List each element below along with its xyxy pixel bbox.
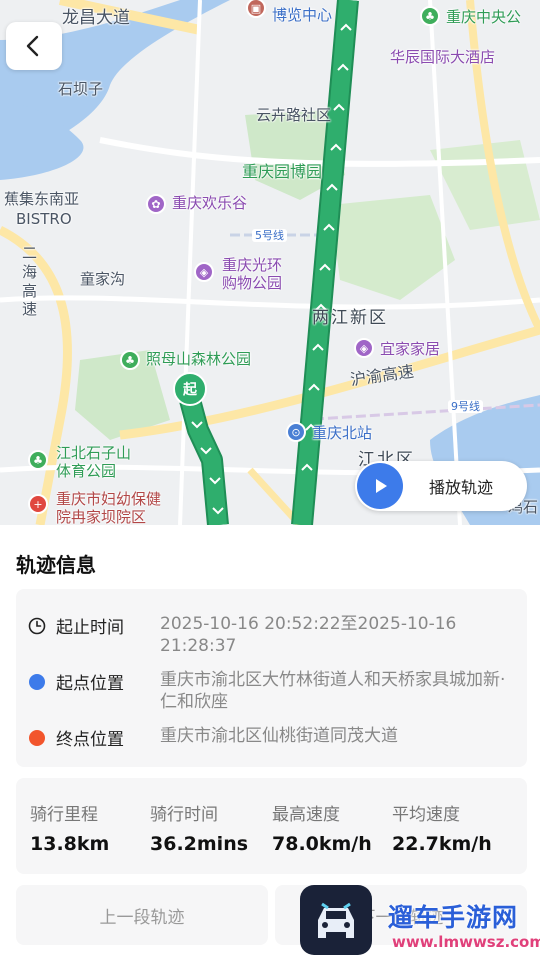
stat-max-speed-label: 最高速度 <box>272 805 340 825</box>
map-label-guanghuan-1: 重庆光环 <box>222 256 283 274</box>
start-label: 起点位置 <box>56 674 124 694</box>
prev-track-button[interactable]: 上一段轨迹 <box>16 885 268 945</box>
map-label-tongjiagou: 童家沟 <box>80 270 126 288</box>
clock-icon <box>28 617 46 635</box>
play-track-button[interactable]: 播放轨迹 <box>355 461 527 511</box>
forest-park-poi-icon: ♣ <box>120 350 140 370</box>
track-info-panel: 轨迹信息 起止时间 2025-10-16 20:52:22至2025-10-16… <box>0 525 540 960</box>
map-label-erhuan: 二海高速 <box>22 244 38 319</box>
park-poi-icon: ♣ <box>420 6 440 26</box>
end-value: 重庆市渝北区仙桃街道同茂大道 <box>160 726 398 746</box>
map-label-bistro-cn: 蕉集东南亚 <box>4 190 80 208</box>
panel-title: 轨迹信息 <box>16 553 96 577</box>
map-view[interactable]: ▣ ♣ ✿ ◈ ♣ ◈ ⊙ ♣ + 龙昌大道 博览中心 重庆中央公 华辰国际大酒… <box>0 0 540 525</box>
map-label-road-top: 龙昌大道 <box>62 8 130 28</box>
car-icon <box>318 902 354 938</box>
stat-duration: 骑行时间 36.2mins <box>150 800 248 855</box>
end-label: 终点位置 <box>56 730 124 750</box>
hospital-poi-icon: + <box>28 494 48 514</box>
stat-distance-value: 13.8km <box>30 833 110 855</box>
stat-avg-speed-value: 22.7km/h <box>392 833 492 855</box>
map-label-central-park: 重庆中央公 <box>446 8 522 26</box>
map-label-liangjiang: 两江新区 <box>312 308 388 328</box>
start-marker: 起 <box>173 372 209 416</box>
map-label-happy-valley: 重庆欢乐谷 <box>172 194 248 212</box>
start-marker-label: 起 <box>173 372 207 406</box>
map-label-huachen-hotel: 华辰国际大酒店 <box>390 48 496 66</box>
map-label-guanghuan-2: 购物公园 <box>222 274 283 292</box>
map-label-north-station: 重庆北站 <box>312 424 373 442</box>
stat-distance-label: 骑行里程 <box>30 805 98 825</box>
start-dot-icon <box>29 674 45 690</box>
map-label-line5: 5号线 <box>252 229 287 243</box>
watermark-logo <box>300 885 372 955</box>
map-label-bistro-en: BISTRO <box>16 210 72 228</box>
map-label-yijia: 宜家家居 <box>380 340 441 358</box>
ride-stats-card: 骑行里程 13.8km 骑行时间 36.2mins 最高速度 78.0km/h … <box>16 778 527 874</box>
furniture-poi-icon: ◈ <box>354 338 374 358</box>
start-value: 重庆市渝北区大竹林街道人和天桥家具城加新·仁和欣座 <box>160 670 506 712</box>
map-label-shizishan-2: 体育公园 <box>56 462 117 480</box>
chevron-left-icon <box>26 35 39 57</box>
map-label-zhaomushan: 照母山森林公园 <box>146 350 252 368</box>
map-label-museum: 博览中心 <box>272 6 333 24</box>
watermark-text: 遛车手游网 <box>388 903 519 932</box>
map-label-shibazi: 石坝子 <box>58 80 104 98</box>
start-row: 起点位置 重庆市渝北区大竹林街道人和天桥家具城加新·仁和欣座 <box>28 669 520 713</box>
stat-distance: 骑行里程 13.8km <box>30 800 109 855</box>
map-label-shizishan-1: 江北石子山 <box>56 444 132 462</box>
stat-max-speed-value: 78.0km/h <box>272 833 372 855</box>
sports-park-poi-icon: ♣ <box>28 450 48 470</box>
end-row: 终点位置 重庆市渝北区仙桃街道同茂大道 <box>28 725 520 750</box>
time-row: 起止时间 2025-10-16 20:52:22至2025-10-16 21:2… <box>28 613 520 657</box>
map-label-yunjinglu: 云卉路社区 <box>256 106 332 124</box>
train-station-poi-icon: ⊙ <box>286 422 306 442</box>
stat-avg-speed-label: 平均速度 <box>392 805 460 825</box>
shopping-poi-icon: ◈ <box>194 262 214 282</box>
map-label-fuyou-1: 重庆市妇幼保健 <box>56 490 162 508</box>
stat-duration-value: 36.2mins <box>150 833 249 855</box>
amusement-poi-icon: ✿ <box>146 194 166 214</box>
track-info-card: 起止时间 2025-10-16 20:52:22至2025-10-16 21:2… <box>16 589 527 767</box>
map-label-line9: 9号线 <box>448 400 483 414</box>
end-dot-icon <box>29 730 45 746</box>
stat-max-speed: 最高速度 78.0km/h <box>272 800 372 855</box>
play-icon <box>357 463 403 509</box>
watermark-url: www.lmwwsz.com <box>392 933 540 951</box>
time-label: 起止时间 <box>56 618 124 638</box>
play-track-label: 播放轨迹 <box>429 478 494 497</box>
time-value: 2025-10-16 20:52:22至2025-10-16 21:28:37 <box>160 614 457 656</box>
back-button[interactable] <box>6 22 62 70</box>
stat-avg-speed: 平均速度 22.7km/h <box>392 800 492 855</box>
map-label-fuyou-2: 院冉家坝院区 <box>56 508 147 525</box>
stat-duration-label: 骑行时间 <box>150 805 218 825</box>
map-label-expo-park: 重庆园博园 <box>242 162 323 181</box>
